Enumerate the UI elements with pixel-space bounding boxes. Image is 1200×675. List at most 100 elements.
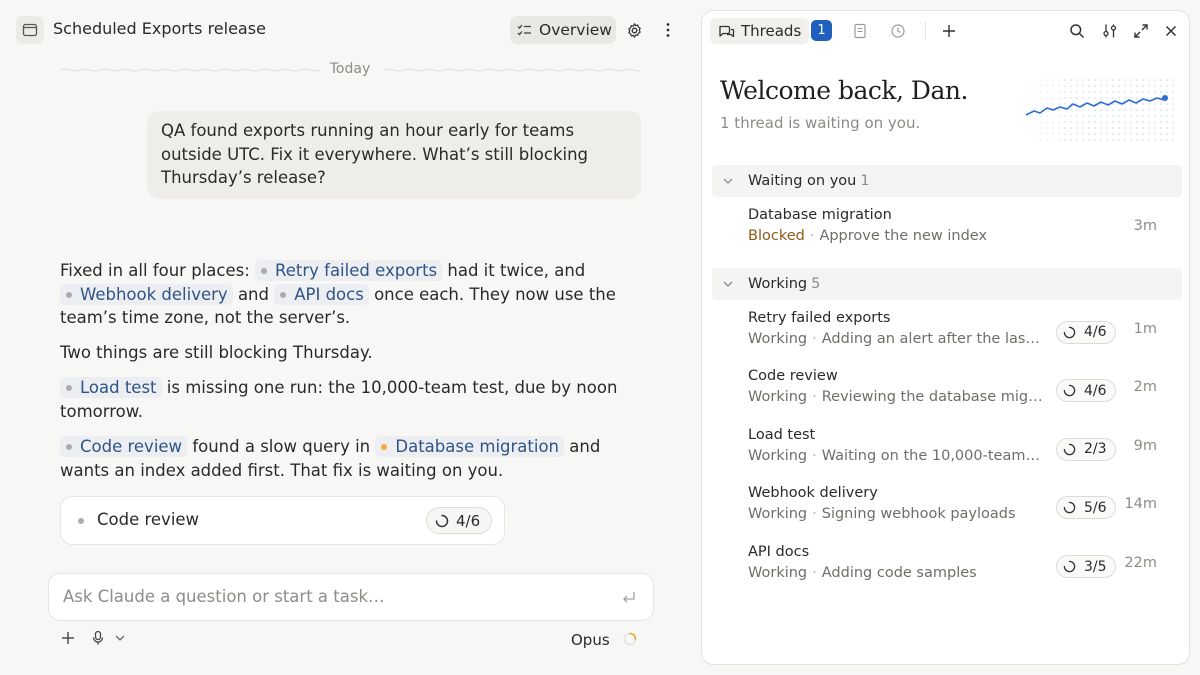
close-icon [1165, 25, 1177, 37]
section-header[interactable]: Working 5 [712, 267, 1182, 300]
thread-progress-value: 3/5 [1084, 558, 1107, 575]
thread-subtitle: Working · Waiting on the 10,000-team run [748, 448, 1044, 464]
thread-time: 14m [1124, 496, 1157, 513]
status-dot [66, 444, 72, 450]
reply-paragraph-3: Load test is missing one run: the 10,000… [60, 376, 650, 423]
reply-text: Fixed in all four places: [60, 261, 250, 280]
task-card-label: Code review [97, 510, 200, 529]
thread-row[interactable]: Code review Working · Reviewing the databas… [712, 366, 1182, 422]
section-count: 5 [811, 275, 821, 292]
microphone-button[interactable] [91, 630, 105, 646]
new-thread-button[interactable] [939, 21, 959, 41]
model-selector[interactable]: Opus [571, 631, 610, 649]
sidebar-toggle-button[interactable] [16, 16, 44, 44]
thread-progress-pill: 2/3 [1056, 437, 1116, 461]
thread-subtitle: Blocked · Approve the new index [748, 228, 987, 244]
chevron-down-icon [722, 175, 734, 187]
separator-dot: · [812, 506, 817, 523]
thread-time: 3m [1133, 218, 1157, 234]
section-title: Waiting on you 1 [748, 173, 870, 189]
composer [48, 573, 654, 621]
clock-icon [891, 24, 905, 38]
thread-title: Webhook delivery [748, 485, 878, 502]
spinner-icon [622, 631, 638, 647]
thread-status: Blocked [748, 228, 805, 244]
welcome-heading: Welcome back, Dan. [720, 76, 968, 105]
thread-row[interactable]: Webhook delivery Working · Signing webhook … [712, 483, 1182, 539]
thread-row[interactable]: Load test Working · Waiting on the 10,000-t… [712, 425, 1182, 481]
threads-panel-toolbar: Threads 1 [702, 11, 1189, 51]
reply-text: had it twice, and [447, 261, 586, 280]
separator-dot: · [812, 565, 817, 581]
thread-detail: Adding code samples [821, 565, 977, 581]
settings-button[interactable] [624, 20, 644, 40]
enter-icon[interactable] [621, 589, 637, 605]
thread-chip-api-docs[interactable]: API docs [274, 283, 369, 305]
spinner-icon [435, 514, 449, 528]
thread-detail: Signing webhook payloads [821, 506, 1016, 523]
task-card-code-review[interactable]: Code review 4/6 [60, 496, 505, 545]
attach-button[interactable] [60, 630, 76, 646]
task-progress-value: 4/6 [456, 511, 481, 530]
thread-time: 1m [1133, 320, 1157, 337]
thread-progress-pill: 3/5 [1056, 555, 1116, 578]
voice-options-button[interactable] [114, 632, 126, 644]
toolbar-separator [925, 22, 926, 40]
thread-chip-database-migration[interactable]: Database migration [375, 436, 564, 457]
thread-title: Retry failed exports [748, 309, 891, 326]
thread-progress-value: 4/6 [1084, 382, 1107, 399]
status-dot [78, 518, 84, 524]
thread-subtitle: Working · Reviewing the database migrati… [748, 389, 1044, 405]
thread-title: API docs [748, 544, 810, 560]
threads-panel: Threads 1 Welcome back, Dan. 1 thread is… [701, 10, 1190, 665]
separator-dot: · [812, 389, 817, 406]
thread-chip-webhook-delivery[interactable]: Webhook delivery [60, 283, 233, 305]
thread-title: Code review [748, 368, 838, 385]
message-input[interactable] [63, 587, 603, 606]
thread-chip-load-test[interactable]: Load test [60, 377, 162, 398]
reply-text: found a slow query in [192, 437, 371, 456]
filter-button[interactable] [1100, 21, 1120, 41]
thread-time: 9m [1133, 437, 1157, 454]
expand-button[interactable] [1131, 21, 1151, 41]
tab-threads[interactable]: Threads [710, 18, 810, 44]
thread-title: Database migration [748, 207, 892, 223]
overview-button[interactable]: Overview [510, 16, 616, 44]
user-message: QA found exports running an hour early f… [147, 111, 641, 199]
conversation-header: Scheduled Exports release Overview [0, 0, 700, 60]
search-button[interactable] [1067, 21, 1087, 41]
status-dot [280, 291, 287, 298]
tab-notes[interactable] [850, 21, 870, 41]
thread-chip-retry-failed-exports[interactable]: Retry failed exports [255, 260, 443, 281]
section-title: Working 5 [748, 276, 820, 292]
checklist-icon [516, 22, 533, 39]
conversation-title: Scheduled Exports release [53, 19, 266, 38]
chip-label: Code review [80, 437, 183, 456]
spinner-icon [1063, 443, 1076, 456]
thread-detail: Approve the new index [819, 228, 988, 244]
thread-row[interactable]: Database migration Blocked · Approve the ne… [712, 205, 1182, 261]
spinner-icon [1063, 326, 1076, 339]
section-name: Waiting on you [748, 173, 857, 189]
thread-row[interactable]: Retry failed exports Working · Adding an al… [712, 308, 1182, 364]
chip-label: Webhook delivery [80, 284, 228, 304]
thread-row[interactable]: API docs Working · Adding code samples 3/5 22… [712, 542, 1182, 598]
thread-subtitle: Working · Signing webhook payloads [748, 506, 1016, 522]
thread-detail: Reviewing the database migrati… [821, 389, 1044, 406]
more-options-button[interactable] [658, 20, 678, 40]
thread-progress-pill: 4/6 [1056, 379, 1116, 403]
tab-threads-label: Threads [741, 22, 802, 40]
separator-dot: · [812, 447, 817, 464]
search-icon [1070, 24, 1085, 39]
status-dot [261, 268, 267, 274]
sidebar-icon [22, 22, 38, 38]
tab-history[interactable] [888, 21, 908, 41]
close-panel-button[interactable] [1161, 21, 1181, 41]
thread-status: Working [748, 506, 808, 523]
section-header[interactable]: Waiting on you 1 [712, 165, 1182, 197]
spinner-icon [1063, 501, 1076, 514]
thread-chip-code-review[interactable]: Code review [60, 436, 188, 457]
thread-status: Working [748, 330, 808, 347]
date-divider: Today [60, 60, 640, 80]
waiting-summary: 1 thread is waiting on you. [720, 114, 921, 132]
